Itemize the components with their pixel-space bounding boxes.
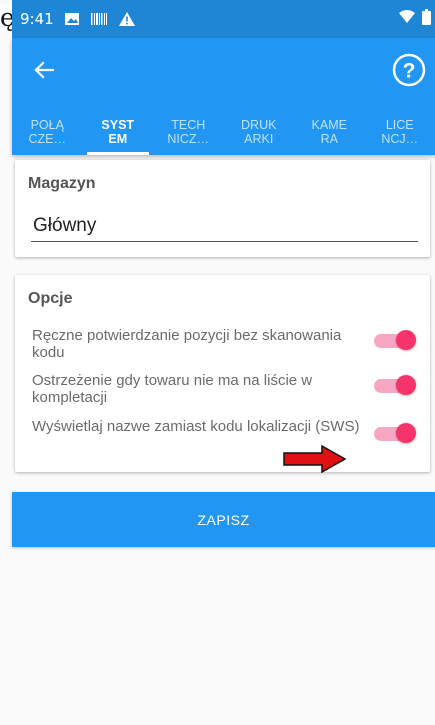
status-bar: 9:41	[12, 0, 435, 38]
magazyn-field-underline	[31, 241, 418, 242]
option-label-show-name: Wyświetlaj nazwe zamiast kodu lokalizacj…	[32, 418, 360, 435]
status-time: 9:41	[20, 10, 54, 28]
tab-label-line1: SYST	[101, 117, 135, 132]
tab-label-line1: TECH	[171, 117, 206, 132]
tab-label-line1: KAME	[311, 117, 347, 132]
magazyn-card: Magazyn Główny	[15, 160, 430, 257]
red-arrow-icon	[283, 444, 347, 474]
option-label-manual-confirm: Ręczne potwierdzanie pozycji bez skanowa…	[32, 327, 342, 361]
toggle-thumb	[396, 375, 416, 395]
battery-icon	[422, 9, 431, 29]
save-button[interactable]: ZAPISZ	[12, 492, 435, 547]
tab-label-line2: NCJ…	[381, 131, 419, 146]
opcje-title: Opcje	[28, 290, 73, 307]
tab-label-line1: POŁĄ	[30, 117, 64, 132]
tab-bar: POŁĄ CZE… SYST EM TECH NICZ… DRUK ARKI K…	[12, 108, 435, 155]
tab-system[interactable]: SYST EM	[83, 108, 154, 155]
tab-label-line2: RA	[320, 131, 338, 146]
magazyn-field[interactable]: Główny	[33, 215, 96, 237]
help-icon: ?	[392, 53, 426, 91]
toggle-manual-confirm[interactable]	[374, 330, 416, 350]
toggle-show-name[interactable]	[374, 423, 416, 443]
toggle-missing-warning[interactable]	[374, 375, 416, 395]
tab-label-line2: CZE…	[28, 131, 67, 146]
toggle-thumb	[396, 330, 416, 350]
tab-label-line1: DRUK	[241, 117, 277, 132]
tab-label-line1: LICE	[385, 117, 414, 132]
tab-techniczne[interactable]: TECH NICZ…	[153, 108, 224, 155]
tab-polaczenie[interactable]: POŁĄ CZE…	[12, 108, 83, 155]
barcode-icon	[90, 12, 108, 26]
option-label-missing-warning: Ostrzeżenie gdy towaru nie ma na liście …	[32, 372, 313, 406]
page-mark-glyph: ę	[0, 4, 12, 32]
svg-text:?: ?	[403, 60, 416, 83]
magazyn-title: Magazyn	[28, 175, 96, 192]
warning-icon	[118, 11, 136, 27]
toggle-thumb	[396, 423, 416, 443]
tab-label-line2: ARKI	[244, 131, 274, 146]
tab-label-line2: EM	[108, 131, 128, 146]
tab-kamera[interactable]: KAME RA	[294, 108, 365, 155]
back-button[interactable]	[22, 50, 66, 94]
app-bar: ? POŁĄ CZE… SYST EM TECH NICZ… DRUK ARKI…	[12, 38, 435, 155]
opcje-card: Opcje Ręczne potwierdzanie pozycji bez s…	[15, 275, 430, 472]
wifi-icon	[398, 10, 416, 28]
tab-drukarki[interactable]: DRUK ARKI	[224, 108, 295, 155]
back-arrow-icon	[33, 59, 55, 85]
image-icon	[64, 12, 80, 26]
help-button[interactable]: ?	[387, 50, 431, 94]
tab-label-line2: NICZ…	[167, 131, 210, 146]
tab-licencja[interactable]: LICE NCJ…	[365, 108, 435, 155]
